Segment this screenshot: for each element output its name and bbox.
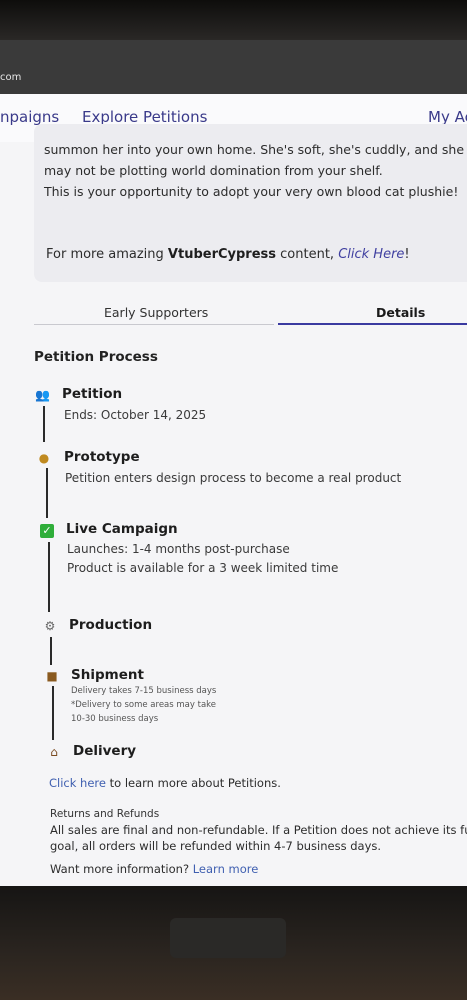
more-middle: content, (276, 247, 339, 262)
tab-details[interactable]: Details (376, 305, 425, 320)
step-title: Live Campaign (66, 521, 178, 537)
package-icon: ■ (46, 669, 58, 683)
timeline-connector (50, 637, 52, 665)
tab-divider (34, 324, 274, 325)
timeline-connector (52, 686, 54, 740)
timeline-connector (48, 542, 50, 612)
url-text[interactable]: com (0, 72, 21, 83)
learn-more-text: to learn more about Petitions. (105, 776, 281, 790)
step-detail: Ends: October 14, 2025 (64, 408, 207, 422)
step-title: Production (69, 617, 153, 633)
tab-early-supporters[interactable]: Early Supporters (104, 305, 208, 320)
step-detail: Delivery takes 7-15 business days (71, 686, 217, 696)
description-line: may not be plotting world domination fro… (44, 163, 383, 178)
step-detail: Launches: 1-4 months post-purchase (67, 542, 290, 556)
returns-heading: Returns and Refunds (50, 808, 160, 820)
step-detail: *Delivery to some areas may take (71, 700, 217, 710)
people-icon: 👥 (35, 388, 50, 402)
step-title: Prototype (64, 449, 140, 465)
active-tab-indicator (278, 323, 467, 325)
creator-name: VtuberCypress (167, 247, 277, 262)
timeline-connector (43, 406, 45, 442)
checkmark-icon: ✓ (40, 524, 54, 538)
more-prefix: For more amazing (46, 247, 168, 262)
step-title: Petition (62, 386, 123, 402)
timeline-connector (46, 468, 48, 518)
monitor-stand (170, 918, 286, 958)
browser-address-bar[interactable] (0, 40, 467, 94)
page-viewport: npaigns Explore Petitions My Ac summon h… (0, 94, 467, 886)
more-suffix: ! (404, 247, 410, 262)
learn-more-link[interactable]: Click here (49, 776, 106, 790)
section-title: Petition Process (34, 349, 158, 365)
step-detail: Product is available for a 3 week limite… (67, 561, 339, 575)
learn-more-info-link[interactable]: Learn more (193, 862, 259, 876)
want-more-text: Want more information? (50, 862, 193, 876)
monitor-bezel-top (0, 0, 467, 40)
returns-text: All sales are final and non-refundable. … (50, 823, 467, 837)
returns-text: goal, all orders will be refunded within… (50, 839, 382, 853)
step-detail: 10-30 business days (71, 714, 159, 724)
lightbulb-icon: ● (38, 451, 50, 465)
step-title: Shipment (71, 667, 144, 683)
learn-more-line: Click here to learn more about Petitions… (49, 776, 281, 790)
more-content-line: For more amazing VtuberCypress content, … (46, 247, 410, 262)
description-line: This is your opportunity to adopt your v… (44, 184, 459, 199)
more-content-link[interactable]: Click Here (338, 247, 404, 262)
step-detail: Petition enters design process to become… (65, 471, 402, 485)
house-icon: ⌂ (50, 745, 58, 759)
description-line: summon her into your own home. She's sof… (44, 142, 467, 157)
gear-icon: ⚙ (44, 619, 56, 633)
step-title: Delivery (73, 743, 137, 759)
want-more-line: Want more information? Learn more (50, 862, 258, 876)
